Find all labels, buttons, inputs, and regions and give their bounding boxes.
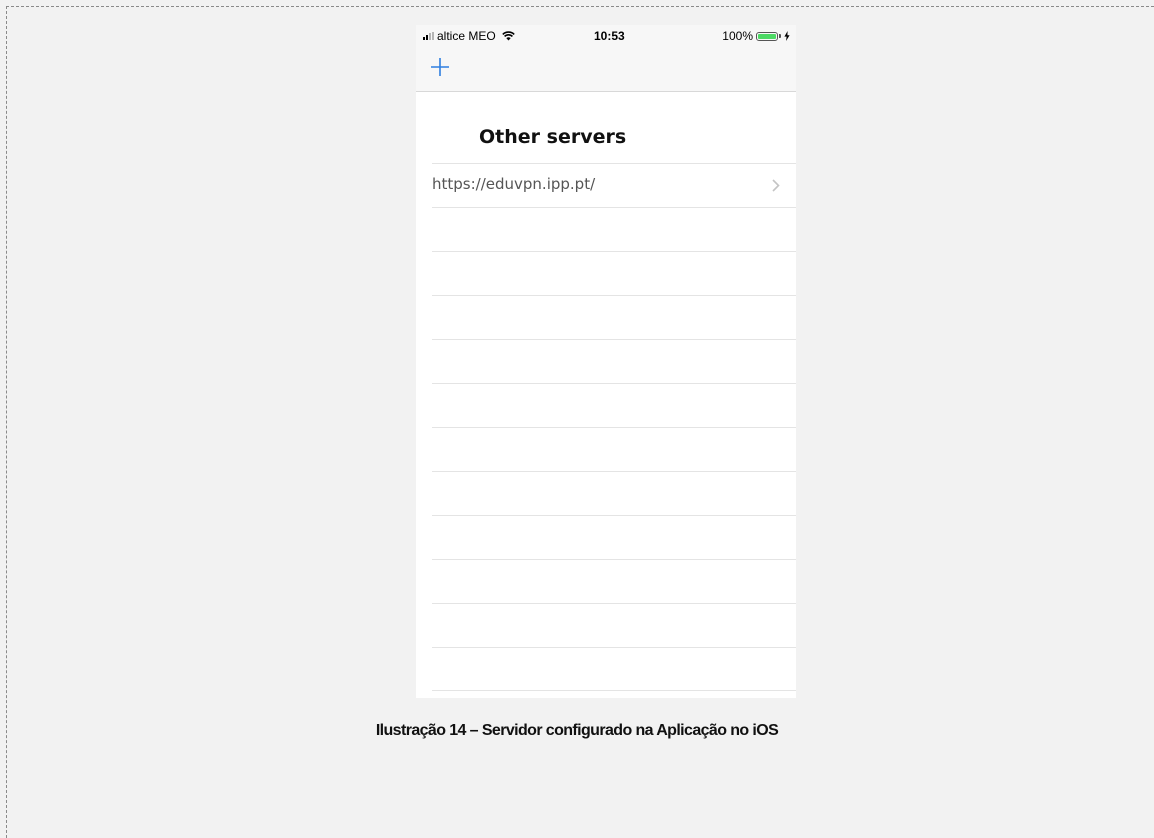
empty-row bbox=[432, 339, 796, 383]
signal-strength-icon bbox=[423, 32, 434, 40]
wifi-icon bbox=[501, 31, 515, 41]
navigation-bar bbox=[416, 47, 796, 92]
document-page: altice MEO 10:53 100% Other servers http… bbox=[0, 0, 1154, 838]
empty-row bbox=[432, 515, 796, 559]
server-url: https://eduvpn.ipp.pt/ bbox=[432, 175, 596, 193]
status-bar-left: altice MEO bbox=[423, 29, 515, 43]
figure-caption: Ilustração 14 – Servidor configurado na … bbox=[375, 722, 779, 739]
ios-screenshot: altice MEO 10:53 100% Other servers http… bbox=[416, 25, 796, 698]
frame-border-top bbox=[6, 6, 1154, 7]
empty-row bbox=[432, 295, 796, 339]
empty-row bbox=[432, 603, 796, 647]
server-list: https://eduvpn.ipp.pt/ bbox=[432, 163, 796, 691]
section-title: Other servers bbox=[479, 126, 627, 148]
empty-row bbox=[432, 471, 796, 515]
charging-bolt-icon bbox=[784, 31, 790, 41]
battery-percent: 100% bbox=[722, 29, 753, 43]
empty-row bbox=[432, 427, 796, 471]
status-bar: altice MEO 10:53 100% bbox=[416, 25, 796, 47]
empty-row bbox=[432, 383, 796, 427]
add-server-button[interactable] bbox=[428, 55, 452, 79]
battery-level-fill bbox=[758, 33, 776, 39]
battery-cap bbox=[779, 34, 781, 38]
chevron-right-icon bbox=[772, 179, 780, 192]
empty-row bbox=[432, 207, 796, 251]
empty-row bbox=[432, 647, 796, 691]
status-time: 10:53 bbox=[594, 29, 625, 43]
battery-icon bbox=[756, 31, 778, 41]
status-bar-right: 100% bbox=[722, 29, 790, 43]
frame-border-left bbox=[6, 6, 7, 838]
server-row[interactable]: https://eduvpn.ipp.pt/ bbox=[432, 163, 796, 207]
carrier-name: altice MEO bbox=[437, 29, 496, 43]
empty-row bbox=[432, 559, 796, 603]
empty-row bbox=[432, 251, 796, 295]
plus-icon bbox=[431, 58, 449, 76]
